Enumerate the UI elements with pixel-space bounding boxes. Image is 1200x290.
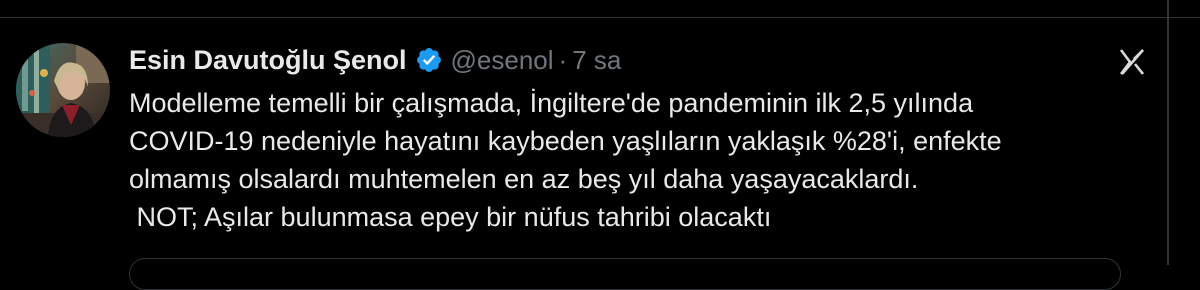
author-name[interactable]: Esin Davutoğlu Şenol [129, 45, 407, 76]
tweet-text: Modelleme temelli bir çalışmada, İngilte… [129, 84, 1149, 236]
avatar-photo-icon [16, 43, 110, 137]
verified-badge-icon [415, 46, 443, 74]
tweet-text-line: COVID-19 nedeniyle hayatını kaybeden yaş… [129, 126, 1002, 156]
grok-icon [1119, 49, 1145, 75]
author-handle[interactable]: @esenol [451, 45, 554, 76]
tweet-timestamp[interactable]: 7 sa [572, 45, 621, 76]
separator-dot: · [558, 44, 568, 75]
tweet-text-line: NOT; Aşılar bulunmasa epey bir nüfus tah… [129, 202, 772, 232]
avatar[interactable] [16, 43, 110, 137]
media-card[interactable] [129, 258, 1121, 290]
grok-button[interactable] [1114, 44, 1150, 80]
tweet-header: Esin Davutoğlu Şenol @esenol · 7 sa [129, 40, 621, 80]
tweet-text-line: Modelleme temelli bir çalışmada, İngilte… [129, 88, 974, 118]
column-border [1167, 0, 1169, 265]
top-divider [0, 17, 1200, 18]
tweet-text-line: olmamış olsalardı muhtemelen en az beş y… [129, 164, 919, 194]
